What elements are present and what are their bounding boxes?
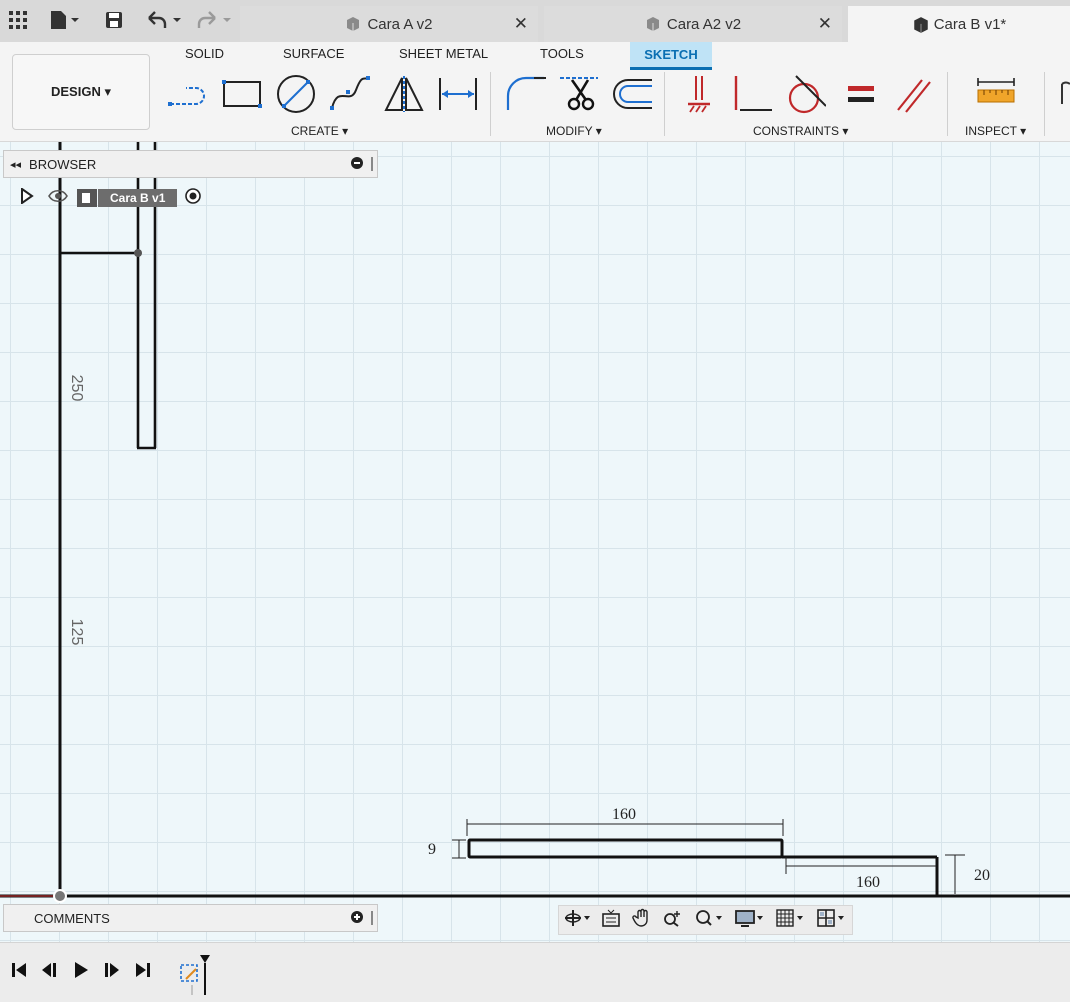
browser-panel-header[interactable]: ◂◂ BROWSER — [3, 150, 378, 178]
measure-tool-icon[interactable] — [974, 74, 1018, 114]
tab-cara-b[interactable]: Cara B v1* — [848, 6, 1070, 42]
go-to-start-icon[interactable] — [10, 961, 28, 984]
tab-surface[interactable]: SURFACE — [283, 46, 344, 61]
modify-group-label[interactable]: MODIFY ▾ — [546, 124, 602, 138]
sketch-rectangle[interactable] — [467, 838, 784, 859]
tab-cara-a[interactable]: Cara A v2 ✕ — [240, 6, 538, 42]
dimension-label-9[interactable]: 9 — [428, 841, 436, 858]
redo-icon[interactable] — [194, 8, 234, 32]
component-icon — [345, 16, 361, 32]
save-icon[interactable] — [104, 8, 124, 32]
step-forward-icon[interactable] — [103, 961, 121, 984]
sketch-feature-icon[interactable] — [178, 953, 214, 1002]
dimension-label-125[interactable]: 125 — [68, 619, 85, 646]
grid-settings-icon[interactable] — [775, 909, 806, 931]
pan-hand-icon[interactable] — [632, 908, 652, 932]
create-group-label[interactable]: CREATE ▾ — [291, 124, 348, 138]
dimension-tool-icon[interactable] — [436, 74, 480, 114]
plus-circle-icon[interactable] — [351, 911, 363, 926]
panel-handle[interactable] — [371, 911, 373, 925]
tangent-constraint-icon[interactable] — [782, 74, 827, 114]
go-to-end-icon[interactable] — [134, 961, 152, 984]
browser-title: BROWSER — [29, 156, 97, 172]
browser-component-row[interactable]: Cara B v1 — [20, 186, 202, 210]
close-icon[interactable]: ✕ — [818, 14, 832, 34]
title-bar: Cara A v2 ✕ Cara A2 v2 ✕ Cara B v1* — [0, 0, 1070, 42]
component-icon — [912, 16, 928, 33]
step-back-icon[interactable] — [40, 961, 58, 984]
sketch-point[interactable] — [134, 249, 142, 257]
eye-icon[interactable] — [48, 189, 68, 208]
dimension-label-top-160[interactable]: 160 — [612, 806, 636, 823]
constraints-group-label[interactable]: CONSTRAINTS ▾ — [753, 124, 848, 138]
ribbon-separator — [490, 72, 491, 136]
dimension-label-bottom-160[interactable]: 160 — [856, 874, 880, 891]
tab-sketch[interactable]: SKETCH — [630, 42, 712, 70]
tab-tools[interactable]: TOOLS — [540, 46, 584, 61]
activate-radio-icon[interactable] — [185, 187, 202, 209]
sketch-geometry: 250 125 160 9 160 20 — [0, 142, 1070, 903]
tab-cara-a2[interactable]: Cara A2 v2 ✕ — [544, 6, 842, 42]
line-tool-icon[interactable] — [166, 74, 210, 114]
fillet-tool-icon[interactable] — [504, 74, 548, 114]
component-icon — [76, 188, 98, 208]
fit-zoom-icon[interactable] — [694, 909, 724, 931]
comments-panel-header[interactable]: COMMENTS — [3, 904, 378, 932]
grid-icon[interactable] — [8, 8, 28, 32]
tab-label: Cara B v1* — [933, 15, 1007, 33]
dimension-label-250[interactable]: 250 — [68, 375, 85, 402]
panel-handle[interactable] — [371, 157, 373, 171]
ribbon-separator — [1044, 72, 1045, 136]
sketch-canvas[interactable]: 250 125 160 9 160 20 — [0, 142, 1070, 942]
ribbon-toolbar: SOLID SURFACE SHEET METAL TOOLS SKETCH D… — [0, 42, 1070, 142]
play-icon[interactable] — [72, 961, 90, 984]
minus-circle-icon[interactable] — [351, 157, 363, 172]
navigation-bar — [558, 905, 853, 935]
mirror-tool-icon[interactable] — [382, 74, 426, 114]
tab-sheet-metal[interactable]: SHEET METAL — [399, 46, 488, 61]
display-settings-icon[interactable] — [734, 909, 765, 931]
comments-title: COMMENTS — [34, 910, 110, 926]
fix-constraint-icon[interactable] — [680, 74, 724, 114]
perpendicular-constraint-icon[interactable] — [730, 74, 774, 114]
circle-tool-icon[interactable] — [274, 74, 318, 114]
expand-arrow-icon[interactable] — [20, 186, 34, 209]
spline-tool-icon[interactable] — [328, 74, 372, 114]
inspect-group-label[interactable]: INSPECT ▾ — [965, 124, 1026, 138]
trim-tool-icon[interactable] — [558, 74, 602, 114]
orbit-icon[interactable] — [564, 909, 591, 931]
file-icon[interactable] — [48, 8, 80, 32]
tab-label: Cara A2 v2 — [666, 15, 742, 33]
ribbon-separator — [664, 72, 665, 136]
viewports-icon[interactable] — [816, 909, 847, 931]
ribbon-separator — [947, 72, 948, 136]
origin-point[interactable] — [53, 889, 67, 903]
dimension-label-20[interactable]: 20 — [974, 867, 990, 884]
design-workspace-button[interactable]: DESIGN ▾ — [12, 54, 150, 130]
component-name[interactable]: Cara B v1 — [98, 189, 178, 207]
offset-tool-icon[interactable] — [610, 74, 654, 114]
tab-label: Cara A v2 — [367, 15, 433, 33]
collapse-icon[interactable]: ◂◂ — [10, 158, 21, 171]
timeline-bar — [0, 942, 1070, 1002]
parallel-constraint-icon[interactable] — [892, 74, 936, 114]
look-at-icon[interactable] — [601, 909, 621, 931]
undo-icon[interactable] — [144, 8, 184, 32]
tab-solid[interactable]: SOLID — [185, 46, 224, 61]
equal-constraint-icon[interactable] — [840, 74, 884, 114]
rectangle-tool-icon[interactable] — [220, 74, 264, 114]
close-icon[interactable]: ✕ — [514, 14, 528, 34]
component-icon — [645, 16, 661, 32]
zoom-icon[interactable] — [663, 909, 683, 931]
insert-tool-icon[interactable] — [1054, 74, 1070, 114]
